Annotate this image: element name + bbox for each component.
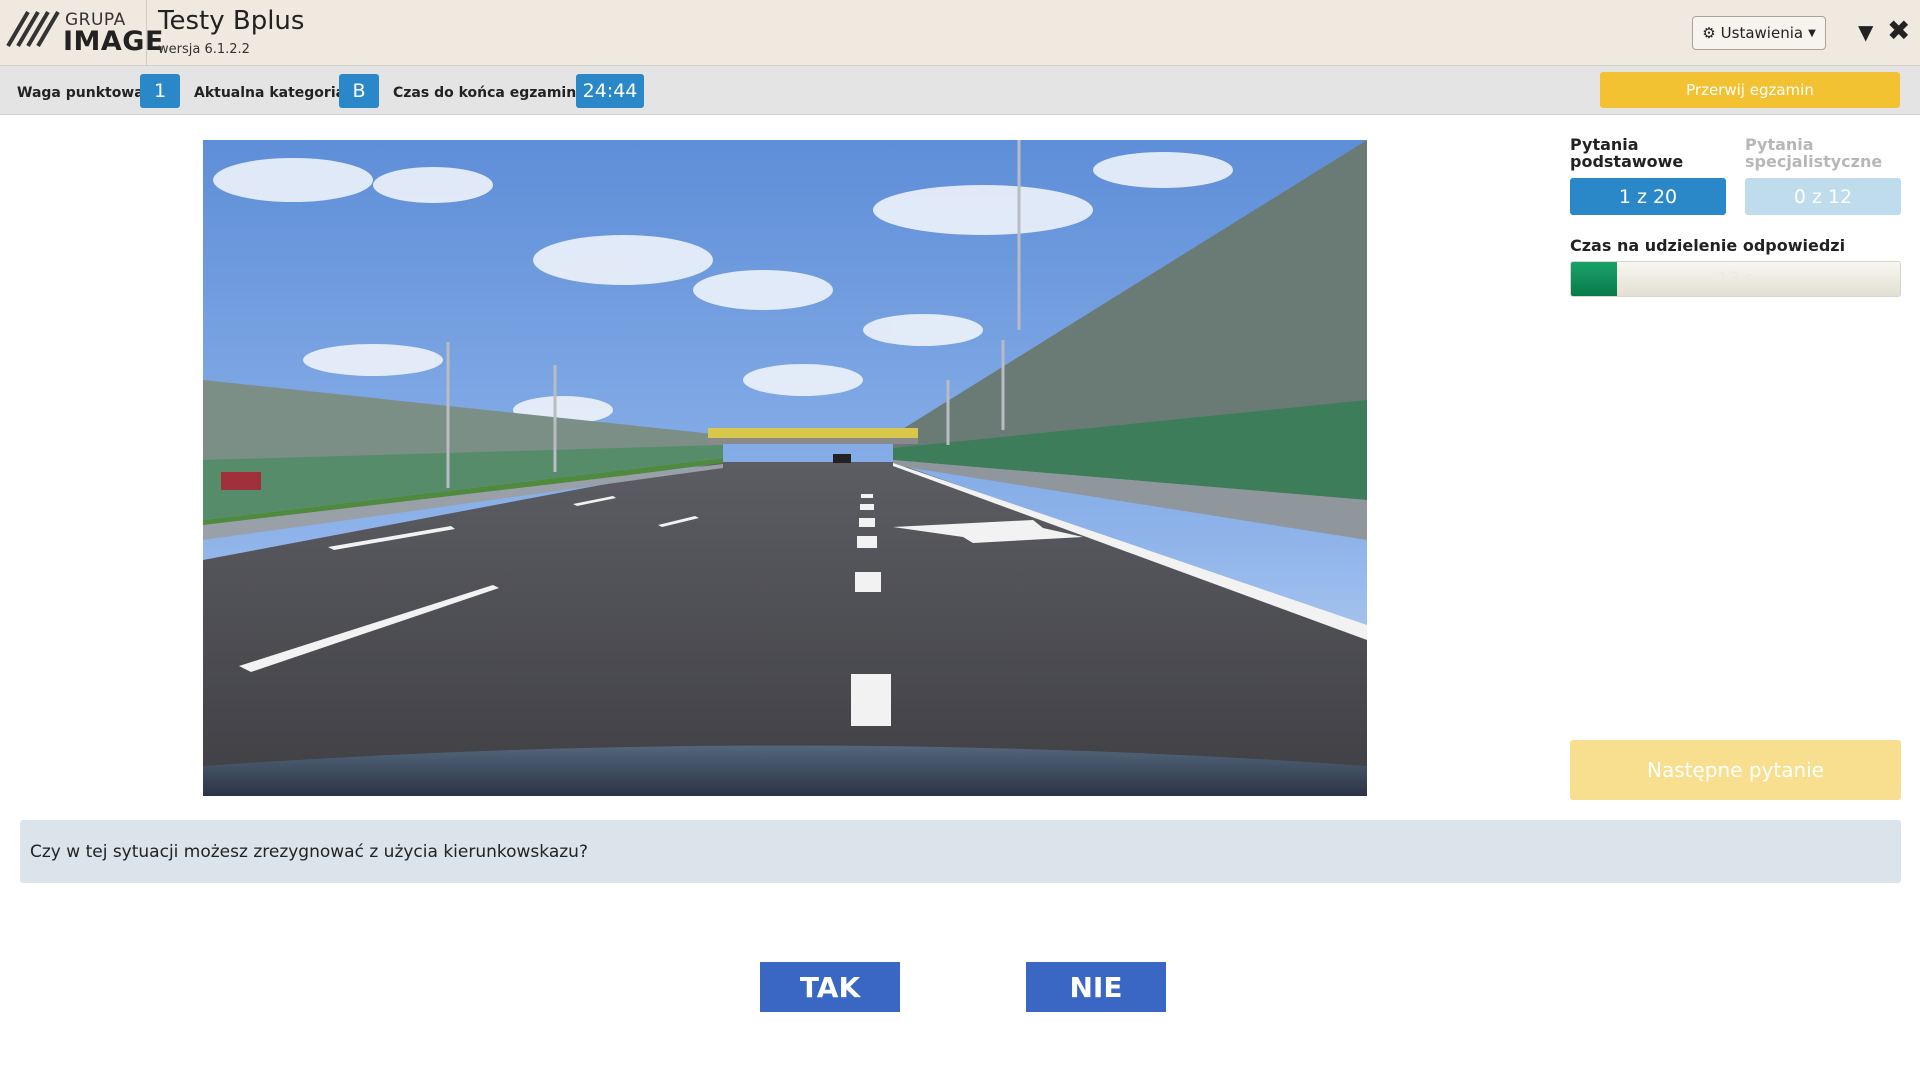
answer-timer-text: 13 s xyxy=(1717,269,1754,289)
category-label: Aktualna kategoria xyxy=(194,85,346,101)
answer-timer-label: Czas na udzielenie odpowiedzi xyxy=(1570,236,1846,255)
basic-questions-count: 1 z 20 xyxy=(1570,178,1726,215)
settings-label: Ustawienia xyxy=(1720,24,1804,42)
answer-yes-button[interactable]: TAK xyxy=(760,962,900,1012)
grupa-image-logo: GRUPA IMAGE xyxy=(6,8,163,58)
exam-info-bar: Waga punktowa 1 Aktualna kategoria B Cza… xyxy=(0,66,1920,115)
caret-down-icon: ▼ xyxy=(1808,27,1816,39)
logo-image-text: IMAGE xyxy=(63,26,164,57)
logo-divider xyxy=(146,0,147,66)
time-left-badge: 24:44 xyxy=(576,74,644,108)
title-bar: GRUPA IMAGE Testy Bplus wersja 6.1.2.2 ⚙… xyxy=(0,0,1920,66)
weight-label: Waga punktowa xyxy=(17,85,144,101)
answer-no-button[interactable]: NIE xyxy=(1026,962,1166,1012)
highway-scene xyxy=(203,140,1367,796)
app-title: Testy Bplus xyxy=(158,6,305,36)
category-badge: B xyxy=(339,74,379,108)
settings-button[interactable]: ⚙ Ustawienia ▼ xyxy=(1692,16,1826,50)
time-left-label: Czas do końca egzaminu xyxy=(393,85,587,101)
answer-timer-bar: 13 s xyxy=(1570,261,1901,297)
next-question-button[interactable]: Następne pytanie xyxy=(1570,740,1901,800)
question-text: Czy w tej sytuacji możesz zrezygnować z … xyxy=(30,841,588,862)
gears-icon: ⚙ xyxy=(1702,24,1716,42)
close-icon[interactable]: ✖ xyxy=(1887,14,1910,47)
tab-specialist-questions[interactable]: Pytania specjalistyczne xyxy=(1745,136,1905,170)
question-box: Czy w tej sytuacji możesz zrezygnować z … xyxy=(20,820,1901,883)
stripes-logo-icon xyxy=(6,10,60,48)
app-version: wersja 6.1.2.2 xyxy=(158,42,250,57)
weight-badge: 1 xyxy=(140,74,180,108)
minimize-icon[interactable]: ▼ xyxy=(1858,20,1873,44)
stop-exam-button[interactable]: Przerwij egzamin xyxy=(1600,72,1900,108)
specialist-questions-count: 0 z 12 xyxy=(1745,178,1901,215)
question-image xyxy=(203,140,1367,796)
tab-basic-questions[interactable]: Pytania podstawowe xyxy=(1570,136,1720,170)
